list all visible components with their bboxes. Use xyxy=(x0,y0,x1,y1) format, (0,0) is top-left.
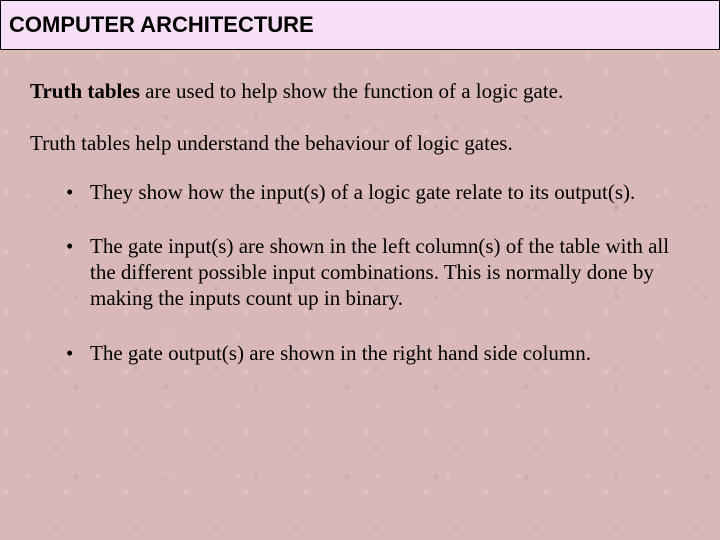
bullet-list: They show how the input(s) of a logic ga… xyxy=(30,179,690,366)
intro-rest: are used to help show the function of a … xyxy=(145,79,563,103)
title-bar: COMPUTER ARCHITECTURE xyxy=(0,0,720,50)
intro-bold-term: Truth tables xyxy=(30,79,145,103)
sub-paragraph: Truth tables help understand the behavio… xyxy=(30,130,690,156)
slide-content: Truth tables are used to help show the f… xyxy=(0,50,720,366)
list-item: The gate output(s) are shown in the righ… xyxy=(66,340,690,366)
intro-paragraph: Truth tables are used to help show the f… xyxy=(30,78,690,104)
list-item: They show how the input(s) of a logic ga… xyxy=(66,179,690,205)
list-item: The gate input(s) are shown in the left … xyxy=(66,233,690,312)
page-title: COMPUTER ARCHITECTURE xyxy=(9,12,314,38)
